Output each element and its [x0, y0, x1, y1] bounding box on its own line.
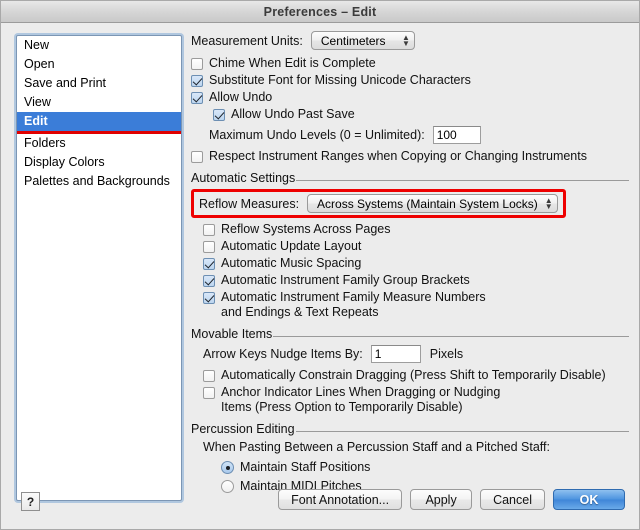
settings-panel: Measurement Units: Centimeters ▲ ▼ Chime …	[191, 31, 629, 496]
sidebar-item-save-and-print[interactable]: Save and Print	[17, 74, 181, 93]
checkbox-icon[interactable]	[203, 241, 215, 253]
ok-button[interactable]: OK	[553, 489, 625, 510]
max-undo-levels-label: Maximum Undo Levels (0 = Unlimited):	[209, 128, 425, 142]
checkbox-checked-icon[interactable]	[203, 292, 215, 304]
dialog-content: New Open Save and Print View Edit Folder…	[1, 23, 639, 529]
percussion-editing-group-label: Percussion Editing	[191, 422, 295, 436]
measurement-units-value: Centimeters	[320, 33, 386, 48]
chime-when-edit-complete-row[interactable]: Chime When Edit is Complete	[191, 56, 629, 71]
measurement-units-row: Measurement Units: Centimeters ▲ ▼	[191, 31, 629, 50]
sidebar-item-new[interactable]: New	[17, 36, 181, 55]
automatic-family-measure-numbers-row[interactable]: Automatic Instrument Family Measure Numb…	[203, 290, 629, 320]
arrow-keys-nudge-label: Arrow Keys Nudge Items By:	[203, 347, 363, 361]
group-divider	[295, 431, 629, 432]
updown-arrows-icon: ▲ ▼	[544, 195, 553, 211]
help-button[interactable]: ?	[21, 492, 40, 511]
checkbox-icon[interactable]	[191, 151, 203, 163]
reflow-measures-value: Across Systems (Maintain System Locks)	[317, 196, 538, 211]
anchor-indicator-lines-row[interactable]: Anchor Indicator Lines When Dragging or …	[203, 385, 629, 415]
max-undo-levels-input[interactable]: 100	[432, 126, 481, 144]
cancel-button[interactable]: Cancel	[480, 489, 545, 510]
movable-items-group-label: Movable Items	[191, 327, 273, 341]
measurement-units-select[interactable]: Centimeters ▲ ▼	[310, 31, 415, 50]
radio-selected-icon[interactable]	[221, 461, 234, 474]
automatic-family-group-brackets-row[interactable]: Automatic Instrument Family Group Bracke…	[203, 273, 629, 288]
percussion-editing-group-header: Percussion Editing	[191, 422, 629, 436]
automatic-update-layout-label: Automatic Update Layout	[221, 239, 362, 253]
reflow-measures-label: Reflow Measures:	[199, 196, 300, 211]
automatic-settings-group-header: Automatic Settings	[191, 171, 629, 185]
movable-items-group-header: Movable Items	[191, 327, 629, 341]
respect-instrument-ranges-label: Respect Instrument Ranges when Copying o…	[209, 149, 587, 163]
sidebar-item-display-colors[interactable]: Display Colors	[17, 153, 181, 172]
measurement-units-label: Measurement Units:	[191, 33, 303, 48]
checkbox-checked-icon[interactable]	[191, 92, 203, 104]
substitute-font-row[interactable]: Substitute Font for Missing Unicode Char…	[191, 73, 629, 88]
dialog-buttons: Font Annotation... Apply Cancel OK	[278, 489, 625, 510]
checkbox-icon[interactable]	[203, 224, 215, 236]
allow-undo-past-save-label: Allow Undo Past Save	[231, 107, 355, 121]
sidebar-item-open[interactable]: Open	[17, 55, 181, 74]
maintain-staff-positions-label: Maintain Staff Positions	[240, 460, 371, 474]
constrain-dragging-row[interactable]: Automatically Constrain Dragging (Press …	[203, 368, 629, 383]
automatic-family-group-brackets-label: Automatic Instrument Family Group Bracke…	[221, 273, 470, 287]
group-divider	[296, 180, 629, 181]
checkbox-icon[interactable]	[203, 387, 215, 399]
reflow-measures-select[interactable]: Across Systems (Maintain System Locks) ▲…	[307, 194, 558, 213]
reflow-systems-across-pages-row[interactable]: Reflow Systems Across Pages	[203, 222, 629, 237]
apply-button[interactable]: Apply	[410, 489, 473, 510]
dialog-footer: ? Font Annotation... Apply Cancel OK	[1, 486, 639, 529]
arrow-keys-nudge-unit: Pixels	[429, 347, 464, 361]
red-highlight-box: Reflow Measures: Across Systems (Maintai…	[191, 189, 566, 218]
arrow-keys-nudge-input[interactable]: 1	[370, 345, 421, 363]
automatic-music-spacing-row[interactable]: Automatic Music Spacing	[203, 256, 629, 271]
window-title: Preferences – Edit	[263, 4, 377, 19]
reflow-measures-annotation: Reflow Measures: Across Systems (Maintai…	[191, 189, 629, 218]
updown-arrows-icon: ▲ ▼	[401, 32, 410, 48]
automatic-update-layout-row[interactable]: Automatic Update Layout	[203, 239, 629, 254]
automatic-settings-group-label: Automatic Settings	[191, 171, 296, 185]
allow-undo-label: Allow Undo	[209, 90, 273, 104]
checkbox-checked-icon[interactable]	[191, 75, 203, 87]
preferences-window: Preferences – Edit New Open Save and Pri…	[0, 0, 640, 530]
chime-when-edit-complete-label: Chime When Edit is Complete	[209, 56, 376, 70]
checkbox-checked-icon[interactable]	[203, 275, 215, 287]
reflow-systems-across-pages-label: Reflow Systems Across Pages	[221, 222, 391, 236]
substitute-font-label: Substitute Font for Missing Unicode Char…	[209, 73, 471, 87]
category-list[interactable]: New Open Save and Print View Edit Folder…	[16, 35, 182, 501]
percussion-prompt-label: When Pasting Between a Percussion Staff …	[203, 440, 550, 454]
sidebar-item-palettes-and-backgrounds[interactable]: Palettes and Backgrounds	[17, 172, 181, 191]
label-line-2: and Endings & Text Repeats	[221, 305, 379, 319]
label-line-1: Anchor Indicator Lines When Dragging or …	[221, 385, 501, 399]
automatic-family-measure-numbers-label: Automatic Instrument Family Measure Numb…	[221, 290, 486, 320]
sidebar-item-folders[interactable]: Folders	[17, 134, 181, 153]
checkbox-icon[interactable]	[191, 58, 203, 70]
anchor-indicator-lines-label: Anchor Indicator Lines When Dragging or …	[221, 385, 500, 415]
sidebar-item-edit[interactable]: Edit	[17, 112, 181, 134]
max-undo-levels-row: Maximum Undo Levels (0 = Unlimited): 100	[209, 126, 629, 144]
respect-instrument-ranges-row[interactable]: Respect Instrument Ranges when Copying o…	[191, 149, 629, 164]
group-divider	[273, 336, 629, 337]
maintain-staff-positions-row[interactable]: Maintain Staff Positions	[221, 460, 629, 475]
arrow-keys-nudge-row: Arrow Keys Nudge Items By: 1 Pixels	[203, 345, 629, 363]
sidebar-item-view[interactable]: View	[17, 93, 181, 112]
label-line-2: Items (Press Option to Temporarily Disab…	[221, 400, 463, 414]
allow-undo-past-save-row[interactable]: Allow Undo Past Save	[213, 107, 629, 122]
automatic-music-spacing-label: Automatic Music Spacing	[221, 256, 362, 270]
percussion-prompt-row: When Pasting Between a Percussion Staff …	[203, 440, 629, 454]
checkbox-icon[interactable]	[203, 370, 215, 382]
label-line-1: Automatic Instrument Family Measure Numb…	[221, 290, 486, 304]
title-bar: Preferences – Edit	[1, 1, 639, 23]
allow-undo-row[interactable]: Allow Undo	[191, 90, 629, 105]
checkbox-checked-icon[interactable]	[203, 258, 215, 270]
font-annotation-button[interactable]: Font Annotation...	[278, 489, 403, 510]
constrain-dragging-label: Automatically Constrain Dragging (Press …	[221, 368, 606, 382]
checkbox-checked-icon[interactable]	[213, 109, 225, 121]
